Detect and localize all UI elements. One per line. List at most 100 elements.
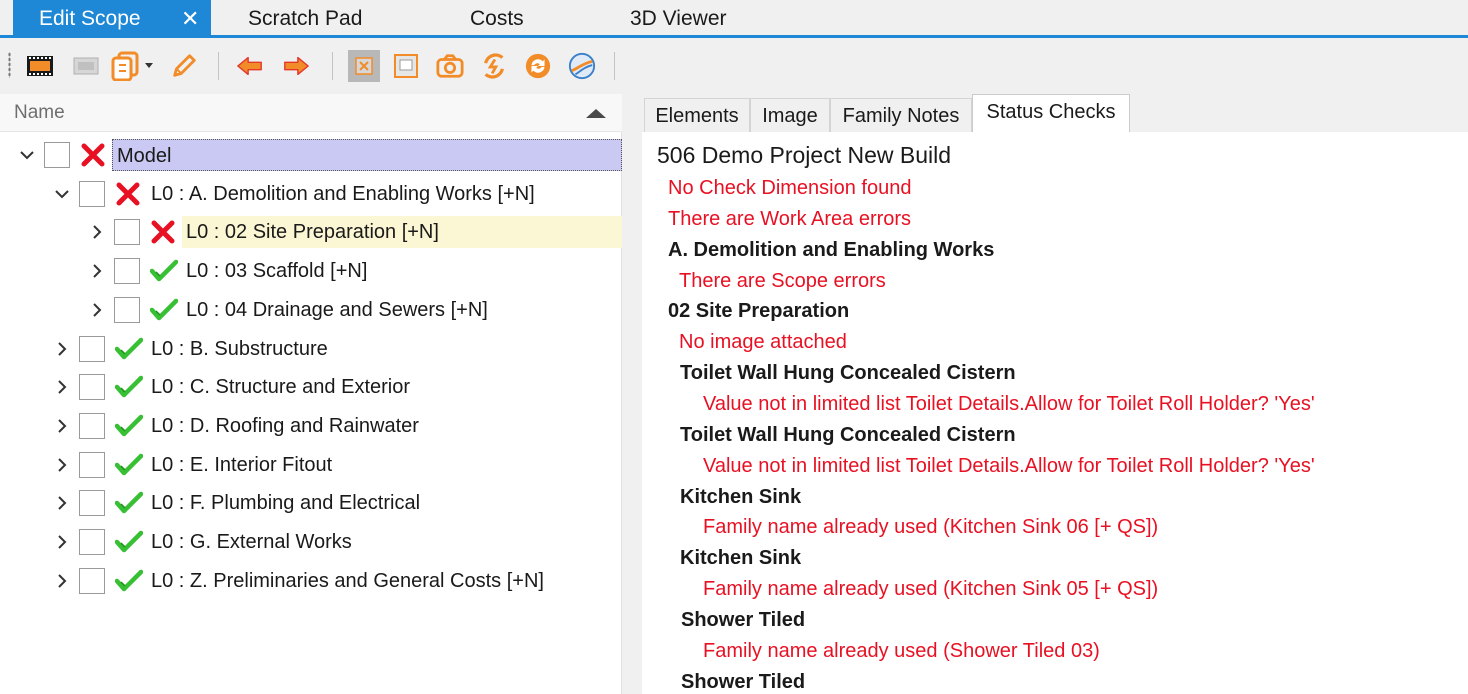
check-ok-icon	[114, 414, 144, 438]
camera-icon[interactable]	[436, 52, 464, 80]
document-tab-bar: Edit Scope ✕ Scratch Pad Costs 3D Viewer	[0, 0, 1468, 38]
row-checkbox[interactable]	[79, 567, 105, 594]
tree-row-label: L0 : B. Substructure	[151, 337, 328, 360]
chevron-right-icon[interactable]	[53, 417, 71, 435]
tree-row[interactable]: L0 : D. Roofing and Rainwater	[0, 407, 622, 445]
close-icon[interactable]: ✕	[181, 0, 199, 38]
arrow-right-icon[interactable]	[282, 52, 310, 80]
toolbar-separator	[218, 52, 219, 80]
toolbar	[0, 38, 1468, 94]
chevron-right-icon[interactable]	[53, 456, 71, 474]
chevron-right-icon[interactable]	[88, 301, 106, 319]
status-error-message: Family name already used (Shower Tiled 0…	[703, 639, 1100, 662]
status-section-heading: 02 Site Preparation	[668, 300, 850, 323]
check-ok-icon	[114, 453, 144, 477]
tree-row-label: L0 : D. Roofing and Rainwater	[151, 414, 419, 437]
tree-row-label: L0 : C. Structure and Exterior	[151, 376, 411, 399]
check-ok-icon	[114, 491, 144, 515]
status-section-heading: Toilet Wall Hung Concealed Cistern	[680, 423, 1016, 446]
status-error-message: There are Work Area errors	[668, 207, 912, 230]
status-section-heading: Toilet Wall Hung Concealed Cistern	[680, 362, 1016, 385]
chevron-right-icon[interactable]	[88, 262, 106, 280]
tab-3d-viewer[interactable]: 3D Viewer	[630, 0, 727, 35]
arrow-left-icon[interactable]	[236, 52, 264, 80]
error-x-icon	[115, 182, 141, 206]
sort-ascending-icon	[586, 109, 606, 118]
tree-row[interactable]: L0 : A. Demolition and Enabling Works [+…	[0, 175, 622, 213]
tab-edit-scope-label: Edit Scope	[39, 7, 141, 30]
tab-edit-scope[interactable]: Edit Scope ✕	[13, 0, 211, 35]
tree-row-label: L0 : 03 Scaffold [+N]	[186, 260, 368, 283]
tree-row-label: L0 : F. Plumbing and Electrical	[151, 492, 421, 515]
tree-row[interactable]: L0 : C. Structure and Exterior	[0, 368, 622, 406]
tree-row[interactable]: L0 : F. Plumbing and Electrical	[0, 484, 622, 522]
row-checkbox[interactable]	[114, 296, 140, 323]
status-section-heading: Kitchen Sink	[680, 485, 802, 508]
frame-icon[interactable]	[392, 52, 420, 80]
tree-row-label: L0 : 02 Site Preparation [+N]	[182, 216, 622, 249]
collapse-icon[interactable]	[348, 50, 380, 82]
tree-row[interactable]: Model	[0, 136, 622, 174]
tree-row[interactable]: L0 : Z. Preliminaries and General Costs …	[0, 562, 622, 600]
chevron-right-icon[interactable]	[53, 572, 71, 590]
tab-image[interactable]: Image	[750, 98, 830, 132]
chevron-right-icon[interactable]	[53, 533, 71, 551]
tab-elements[interactable]: Elements	[644, 98, 750, 132]
row-checkbox[interactable]	[44, 142, 70, 168]
copy-dropdown-icon[interactable]	[110, 51, 160, 81]
tree-row[interactable]: L0 : 03 Scaffold [+N]	[0, 252, 622, 290]
check-ok-icon	[114, 569, 144, 593]
project-title: 506 Demo Project New Build	[657, 142, 952, 168]
row-checkbox[interactable]	[79, 374, 105, 401]
tree-row[interactable]: L0 : E. Interior Fitout	[0, 446, 622, 484]
status-error-message: Family name already used (Kitchen Sink 0…	[703, 578, 1159, 601]
row-checkbox[interactable]	[114, 219, 140, 246]
tab-status-checks[interactable]: Status Checks	[972, 94, 1130, 132]
column-header-name: Name	[14, 102, 65, 123]
row-checkbox[interactable]	[79, 490, 105, 517]
status-error-message: There are Scope errors	[679, 269, 886, 292]
tree-row-label: L0 : A. Demolition and Enabling Works [+…	[151, 182, 535, 205]
sync-icon[interactable]	[524, 52, 552, 80]
toolbar-separator	[332, 52, 333, 80]
tab-family-notes[interactable]: Family Notes	[830, 98, 972, 132]
tree-row[interactable]: L0 : 02 Site Preparation [+N]	[0, 213, 622, 251]
status-error-message: Value not in limited list Toilet Details…	[703, 454, 1315, 477]
detail-tab-bar: Elements Image Family Notes Status Check…	[622, 94, 1468, 132]
tab-scratch-pad[interactable]: Scratch Pad	[248, 0, 362, 35]
tree-row[interactable]: L0 : 04 Drainage and Sewers [+N]	[0, 291, 622, 329]
check-ok-icon	[114, 530, 144, 554]
tree-row[interactable]: L0 : B. Substructure	[0, 330, 622, 368]
tree-row[interactable]: L0 : G. External Works	[0, 523, 622, 561]
tree-column-header[interactable]: Name	[0, 94, 622, 132]
chevron-right-icon[interactable]	[53, 340, 71, 358]
pencil-icon[interactable]	[170, 52, 198, 80]
tab-costs[interactable]: Costs	[470, 0, 524, 35]
tree-row-label: Model	[112, 139, 622, 171]
globe-icon[interactable]	[568, 52, 596, 80]
row-checkbox[interactable]	[79, 412, 105, 439]
toolbar-separator	[614, 52, 615, 80]
error-x-icon	[150, 220, 176, 244]
chevron-right-icon[interactable]	[53, 494, 71, 512]
check-ok-icon	[149, 298, 179, 322]
row-checkbox[interactable]	[79, 335, 105, 362]
check-ok-icon	[114, 337, 144, 361]
detail-panel: Elements Image Family Notes Status Check…	[622, 94, 1468, 694]
film-icon[interactable]	[26, 52, 54, 80]
row-checkbox[interactable]	[79, 180, 105, 207]
row-checkbox[interactable]	[79, 529, 105, 555]
chevron-right-icon[interactable]	[88, 223, 106, 241]
chevron-down-icon[interactable]	[53, 185, 71, 203]
check-ok-icon	[114, 375, 144, 399]
chevron-down-icon[interactable]	[18, 146, 36, 164]
chevron-right-icon[interactable]	[53, 378, 71, 396]
error-x-icon	[80, 143, 106, 167]
check-ok-icon	[149, 259, 179, 283]
refresh-zap-icon[interactable]	[480, 52, 508, 80]
status-error-message: No image attached	[679, 331, 847, 354]
row-checkbox[interactable]	[79, 451, 105, 478]
row-checkbox[interactable]	[114, 258, 140, 285]
status-checks-content: 506 Demo Project New Build No Check Dime…	[642, 132, 1468, 694]
toolbar-grip[interactable]	[8, 52, 11, 78]
